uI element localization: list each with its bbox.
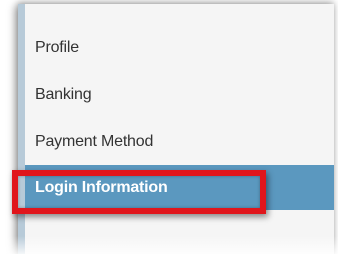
sidebar-item-login-information[interactable]: Login Information: [25, 165, 334, 210]
sidebar-item-label: Payment Method: [35, 133, 154, 150]
sidebar-item-label: Banking: [35, 86, 92, 103]
sidebar-item-label: Login Information: [35, 179, 168, 196]
screenshot-scene: Profile Banking Payment Method Login Inf…: [0, 0, 338, 254]
sidebar-item-banking[interactable]: Banking: [25, 71, 334, 118]
sidebar-menu: Profile Banking Payment Method Login Inf…: [25, 24, 334, 210]
sidebar-item-profile[interactable]: Profile: [25, 24, 334, 71]
account-settings-sidebar: Profile Banking Payment Method Login Inf…: [18, 4, 334, 254]
sidebar-item-payment-method[interactable]: Payment Method: [25, 118, 334, 165]
sidebar-item-label: Profile: [35, 39, 79, 56]
